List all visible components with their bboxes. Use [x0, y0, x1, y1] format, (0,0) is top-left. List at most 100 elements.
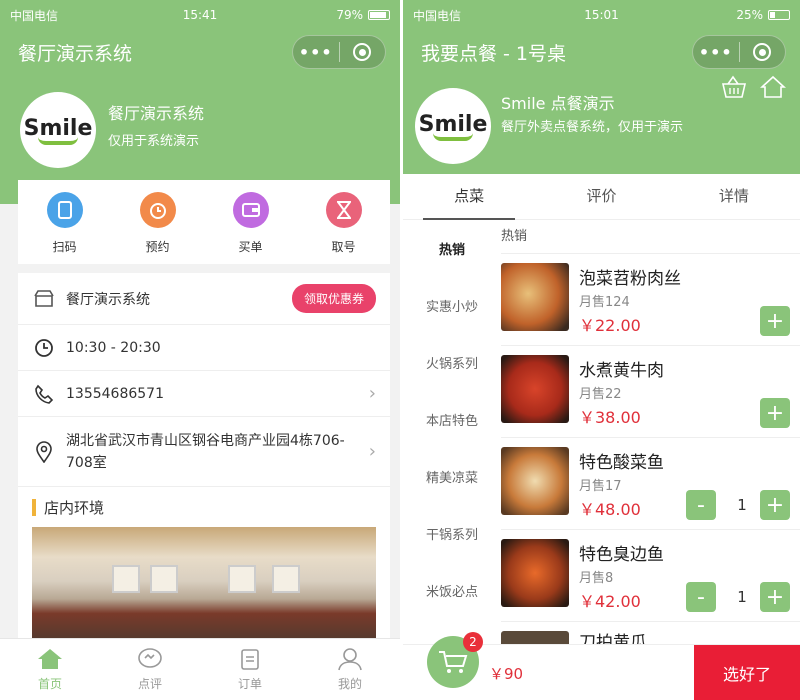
phone-number: 13554686571	[66, 385, 164, 402]
dish-item: 泡菜苕粉肉丝 月售124 ￥22.00 +	[501, 254, 800, 346]
cart-button[interactable]: 2	[427, 632, 483, 688]
close-button[interactable]	[740, 43, 786, 61]
dish-photo	[501, 263, 569, 331]
tab-profile[interactable]: 我的	[300, 639, 400, 700]
category-item[interactable]: 热销	[403, 220, 501, 277]
category-item[interactable]: 精美凉菜	[403, 448, 501, 505]
chevron-right-icon: ›	[368, 383, 376, 404]
dish-name: 特色臭边鱼	[579, 545, 664, 565]
carrier: 中国电信	[10, 8, 59, 23]
section-title: 热销	[501, 220, 800, 254]
home-icon	[38, 649, 62, 669]
tab-menu[interactable]: 点菜	[403, 174, 535, 220]
comment-icon	[138, 648, 162, 668]
add-button[interactable]: +	[760, 582, 790, 612]
quick-action-queue[interactable]: 取号	[297, 180, 390, 264]
checkout-button[interactable]: 选好了	[694, 645, 800, 700]
alarm-clock-icon	[139, 192, 176, 228]
mini-program-capsule: •••	[692, 35, 786, 69]
category-list: 热销 实惠小炒 火锅系列 本店特色 精美凉菜 干锅系列 米饭必点	[403, 220, 501, 619]
add-button[interactable]: +	[760, 306, 790, 336]
status-bar: 中国电信 15:41 79%	[0, 0, 400, 30]
dish-item: 水煮黄牛肉 月售22 ￥38.00 +	[501, 346, 800, 438]
shop-header: Smile Smile 点餐演示 餐厅外卖点餐系统，仅用于演示	[403, 74, 800, 174]
target-icon	[753, 43, 772, 61]
cart-count-badge: 2	[463, 632, 483, 652]
more-button[interactable]: •••	[293, 43, 339, 62]
nav-title: 我要点餐 - 1号桌	[421, 42, 567, 65]
dish-item: 特色臭边鱼 月售8 ￥42.00 - 1 +	[501, 530, 800, 622]
quick-action-label: 扫码	[52, 240, 77, 254]
quantity: 1	[737, 496, 747, 514]
shop-desc: 仅用于系统演示	[108, 134, 200, 149]
environment-title-text: 店内环境	[44, 498, 105, 517]
dish-name: 泡菜苕粉肉丝	[579, 269, 681, 289]
category-item[interactable]: 本店特色	[403, 391, 501, 448]
more-button[interactable]: •••	[693, 43, 739, 62]
add-button[interactable]: +	[760, 490, 790, 520]
restaurant-interior-photo	[32, 527, 376, 647]
add-button[interactable]: +	[760, 398, 790, 428]
environment-title: 店内环境	[18, 487, 390, 527]
tab-reviews[interactable]: 评价	[535, 174, 667, 219]
quick-actions: 扫码 预约 买单 取号	[18, 180, 390, 264]
mini-program-capsule: •••	[292, 35, 386, 69]
dish-price: ￥22.00	[579, 316, 641, 335]
shop-row-name: 餐厅演示系统	[66, 291, 150, 308]
dish-sales: 月售17	[579, 479, 622, 494]
quantity: 1	[737, 588, 747, 606]
home-screen: 中国电信 15:41 79% 餐厅演示系统 ••• Smile 餐厅演示系统 仅…	[0, 0, 400, 700]
nav-bar: 餐厅演示系统 •••	[0, 30, 400, 74]
dish-sales: 月售22	[579, 387, 622, 402]
address: 湖北省武汉市青山区钢谷电商产业园4栋706-708室	[66, 432, 345, 471]
basket-icon[interactable]	[720, 74, 748, 100]
shop-name: 餐厅演示系统	[108, 104, 205, 123]
quick-action-label: 买单	[238, 240, 263, 254]
tab-label: 首页	[37, 677, 62, 691]
wallet-icon	[232, 192, 269, 228]
dish-name: 水煮黄牛肉	[579, 361, 664, 381]
bottom-tab-bar: 首页 点评 订单 我的	[0, 638, 400, 700]
tab-details[interactable]: 详情	[668, 174, 800, 219]
tab-label: 点评	[137, 677, 162, 691]
dish-sales: 月售124	[579, 295, 630, 310]
minus-button[interactable]: -	[686, 582, 716, 612]
status-bar: 中国电信 15:01 25%	[403, 0, 800, 30]
home-icon[interactable]	[760, 74, 786, 100]
category-item[interactable]: 干锅系列	[403, 505, 501, 562]
cart-total: ￥90	[489, 665, 524, 683]
phone-icon	[32, 384, 56, 404]
shop-name: Smile 点餐演示	[501, 94, 615, 113]
order-screen: 中国电信 15:01 25% 我要点餐 - 1号桌 ••• Smile Smil…	[403, 0, 800, 700]
quick-action-scan[interactable]: 扫码	[18, 180, 111, 264]
tab-label: 我的	[337, 677, 362, 691]
tab-home[interactable]: 首页	[0, 639, 100, 700]
phone-row[interactable]: 13554686571 ›	[18, 371, 390, 417]
order-icon	[241, 649, 259, 670]
cart-icon	[439, 651, 468, 673]
dish-photo	[501, 447, 569, 515]
tab-label: 订单	[237, 677, 262, 691]
category-item[interactable]: 实惠小炒	[403, 277, 501, 334]
quick-action-label: 取号	[331, 240, 356, 254]
close-button[interactable]	[340, 43, 386, 61]
target-icon	[353, 43, 372, 61]
tab-reviews[interactable]: 点评	[100, 639, 200, 700]
cart-bar: 2 ￥90 选好了	[403, 632, 800, 700]
dish-sales: 月售8	[579, 571, 614, 586]
category-item[interactable]: 火锅系列	[403, 334, 501, 391]
dish-price: ￥48.00	[579, 500, 641, 519]
quick-action-pay[interactable]: 买单	[204, 180, 297, 264]
category-item[interactable]: 米饭必点	[403, 562, 501, 619]
minus-button[interactable]: -	[686, 490, 716, 520]
address-row[interactable]: 湖北省武汉市青山区钢谷电商产业园4栋706-708室 ›	[18, 417, 390, 487]
shop-row: 餐厅演示系统 领取优惠券	[18, 273, 390, 325]
shop-tabs: 点菜 评价 详情	[403, 174, 800, 220]
shop-logo: Smile	[20, 92, 96, 168]
quick-action-reserve[interactable]: 预约	[111, 180, 204, 264]
dish-photo	[501, 355, 569, 423]
get-coupon-button[interactable]: 领取优惠券	[291, 284, 376, 313]
tab-orders[interactable]: 订单	[200, 639, 300, 700]
dish-photo	[501, 539, 569, 607]
location-icon	[32, 440, 56, 463]
